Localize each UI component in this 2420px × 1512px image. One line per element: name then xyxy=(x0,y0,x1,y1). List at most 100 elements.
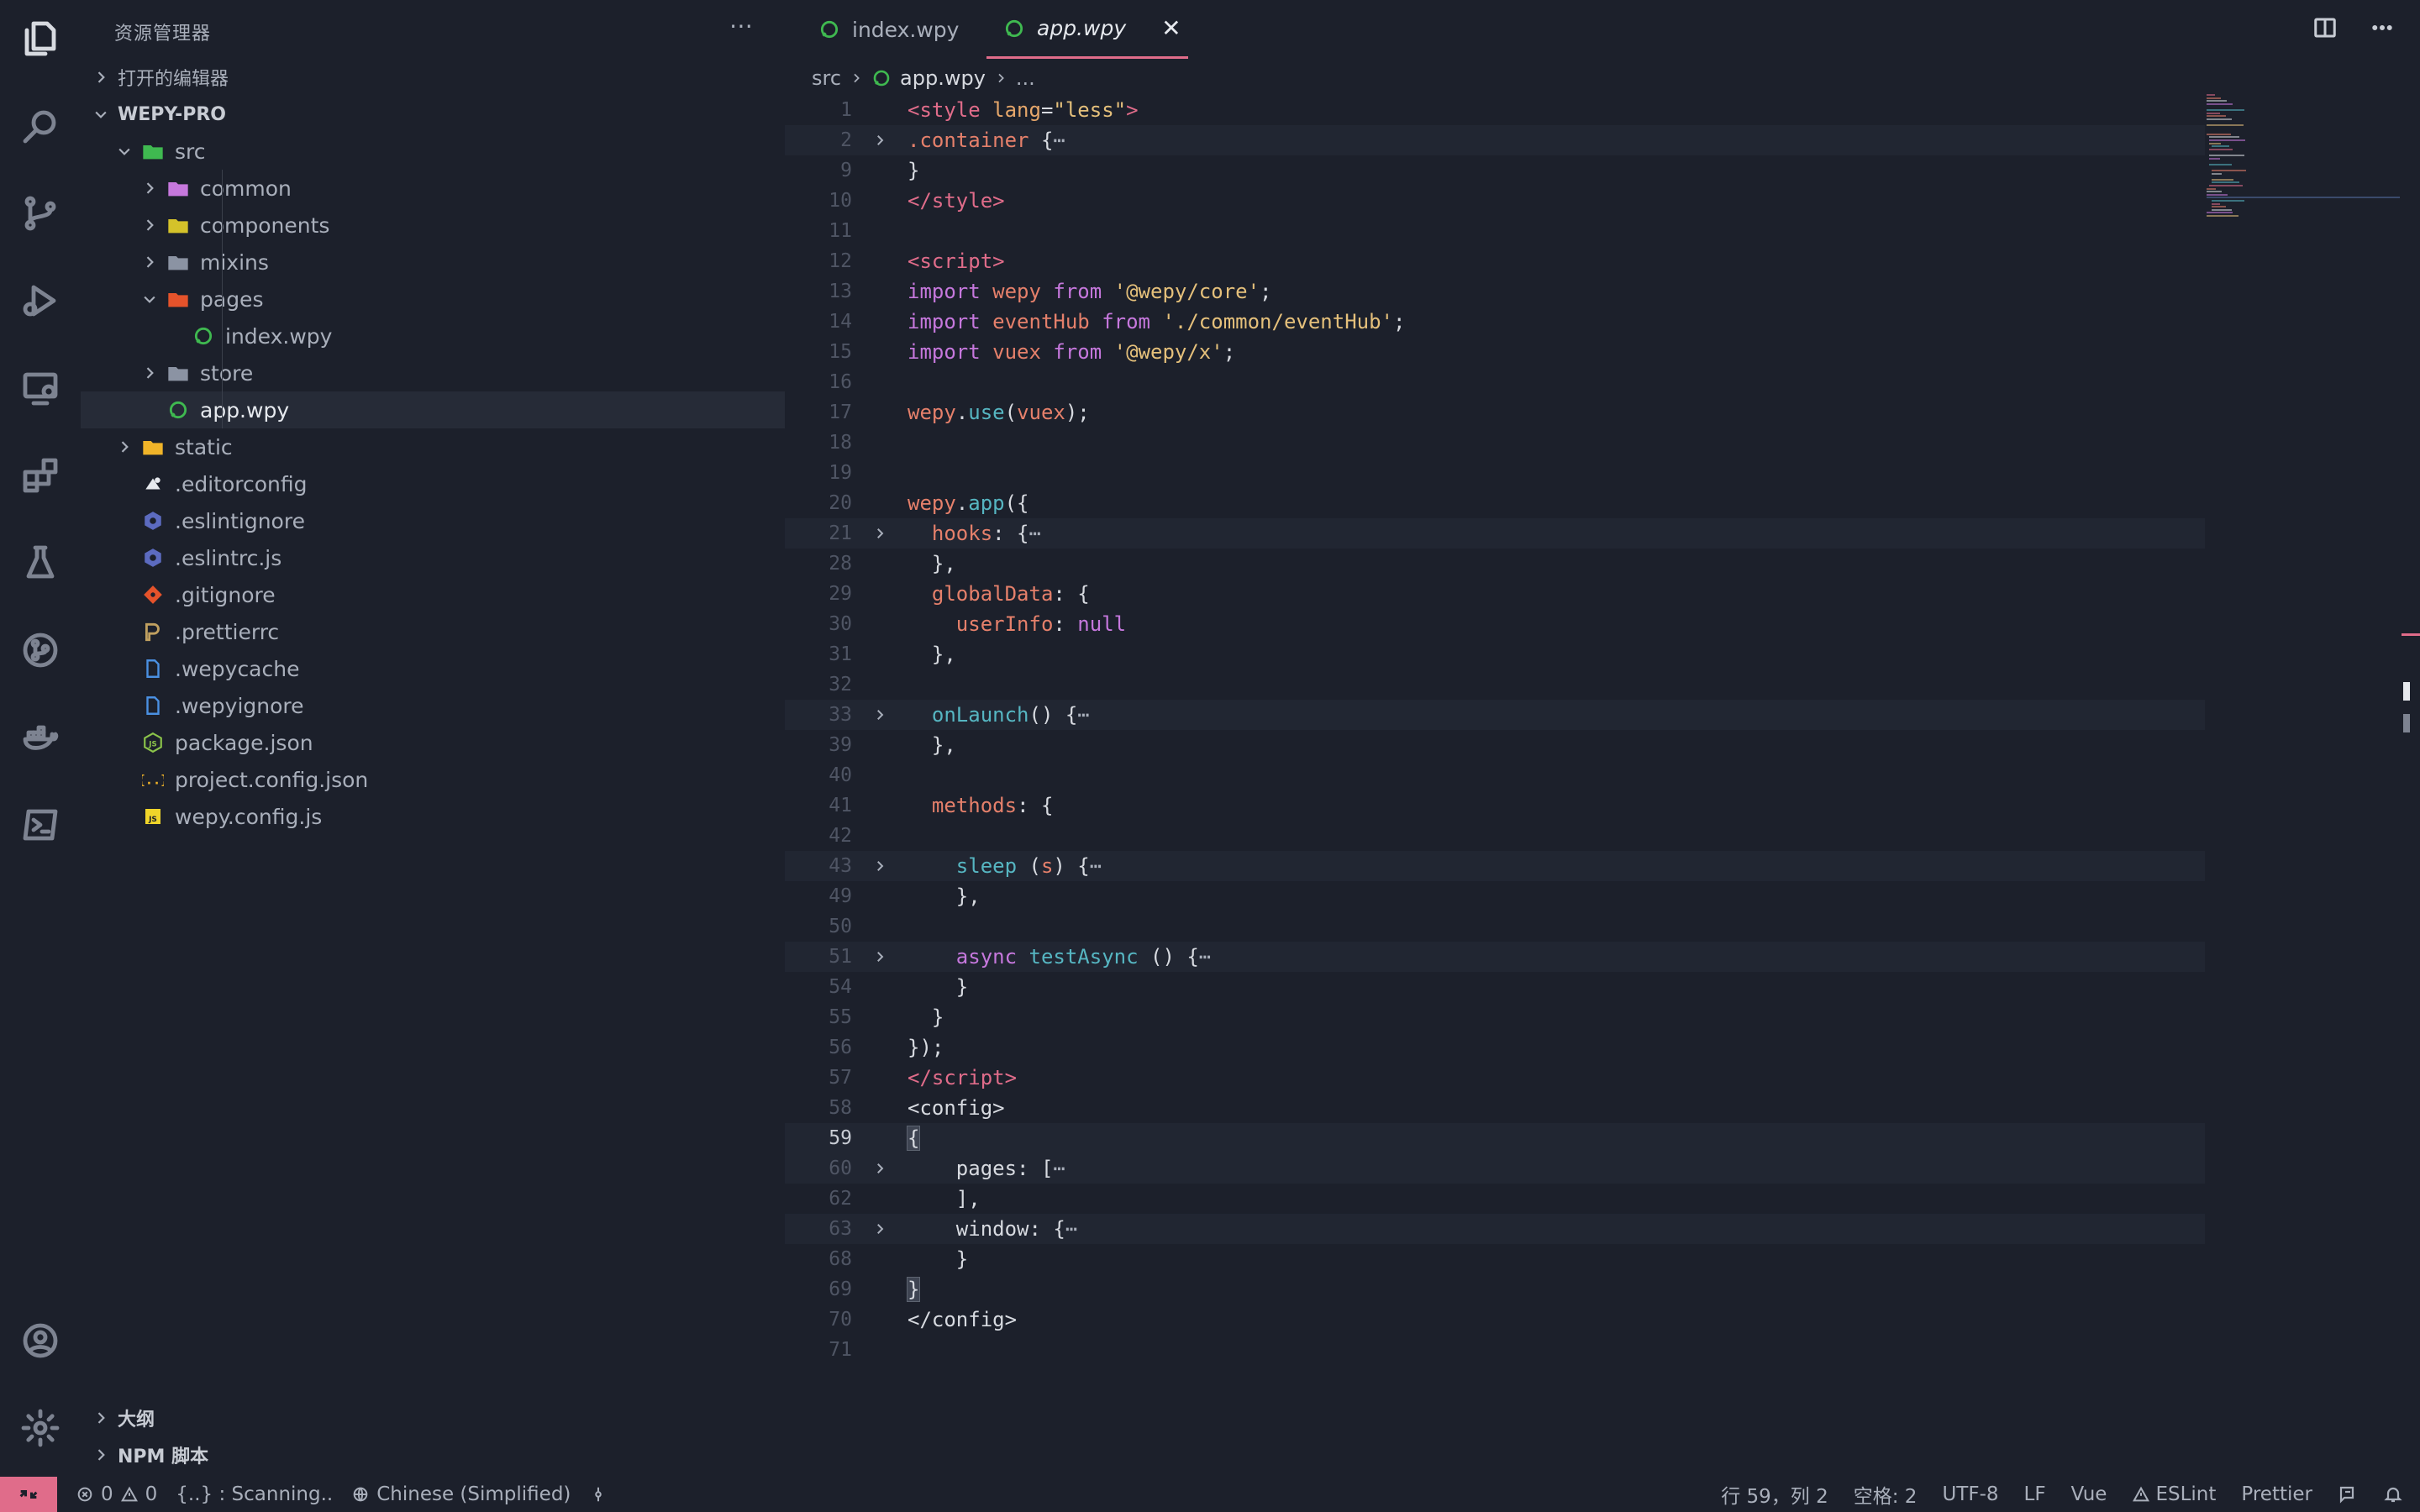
fold-chevron-icon[interactable] xyxy=(852,133,908,148)
tree-item[interactable]: app.wpy xyxy=(81,391,785,428)
code-line[interactable]: 11 xyxy=(785,216,2205,246)
code-line[interactable]: 60 pages: [⋯ xyxy=(785,1153,2205,1184)
code-line[interactable]: 13 import wepy from '@wepy/core'; xyxy=(785,276,2205,307)
remote-indicator[interactable] xyxy=(0,1477,57,1512)
code-line[interactable]: 18 xyxy=(785,428,2205,458)
open-editors-section[interactable]: 打开的编辑器 xyxy=(81,59,785,96)
explorer-icon[interactable] xyxy=(15,13,66,64)
code-line[interactable]: 17 wepy.use(vuex); xyxy=(785,397,2205,428)
account-icon[interactable] xyxy=(15,1315,66,1366)
scrollbar-thumb[interactable] xyxy=(2403,682,2410,701)
code-line[interactable]: 2 .container {⋯ xyxy=(785,125,2205,155)
outline-section[interactable]: 大纲 xyxy=(81,1399,785,1436)
code-line[interactable]: 68 } xyxy=(785,1244,2205,1274)
code-line[interactable]: 10 </style> xyxy=(785,186,2205,216)
tree-item[interactable]: JS wepy.config.js xyxy=(81,798,785,835)
prettier-status[interactable]: Prettier xyxy=(2241,1483,2312,1505)
code-line[interactable]: 12 <script> xyxy=(785,246,2205,276)
code-line[interactable]: 54 } xyxy=(785,972,2205,1002)
more-actions-icon[interactable]: ⋯ xyxy=(729,12,753,39)
code-line[interactable]: 15 import vuex from '@wepy/x'; xyxy=(785,337,2205,367)
project-section[interactable]: WEPY-PRO xyxy=(81,96,785,133)
git-graph-icon[interactable] xyxy=(15,625,66,675)
cursor-position[interactable]: 行 59，列 2 xyxy=(1721,1480,1828,1509)
code-line[interactable]: 19 xyxy=(785,458,2205,488)
tree-item[interactable]: components xyxy=(81,207,785,244)
language-pack-status[interactable]: Chinese (Simplified) xyxy=(351,1483,571,1505)
testing-icon[interactable] xyxy=(15,538,66,588)
code-line[interactable]: 30 userInfo: null xyxy=(785,609,2205,639)
code-line[interactable]: 9} xyxy=(785,155,2205,186)
tab-app-wpy[interactable]: app.wpy ✕ xyxy=(986,0,1188,59)
close-tab-icon[interactable]: ✕ xyxy=(1161,14,1181,42)
code-line[interactable]: 21 hooks: {⋯ xyxy=(785,518,2205,549)
fold-chevron-icon[interactable] xyxy=(852,858,908,874)
code-line[interactable]: 42 xyxy=(785,821,2205,851)
tree-item[interactable]: .wepycache xyxy=(81,650,785,687)
tree-item[interactable]: .prettierrc xyxy=(81,613,785,650)
tree-item[interactable]: store xyxy=(81,354,785,391)
tree-item[interactable]: {..} project.config.json xyxy=(81,761,785,798)
feedback-icon[interactable] xyxy=(2338,1484,2358,1504)
code-line[interactable]: 58 <config> xyxy=(785,1093,2205,1123)
code-line[interactable]: 41 methods: { xyxy=(785,790,2205,821)
code-line[interactable]: 62 ], xyxy=(785,1184,2205,1214)
tree-item[interactable]: index.wpy xyxy=(81,318,785,354)
code-line[interactable]: 14 import eventHub from './common/eventHu… xyxy=(785,307,2205,337)
fold-chevron-icon[interactable] xyxy=(852,707,908,722)
tree-item[interactable]: .wepyignore xyxy=(81,687,785,724)
code-line[interactable]: 49 }, xyxy=(785,881,2205,911)
code-line[interactable]: 59 { xyxy=(785,1123,2205,1153)
code-line[interactable]: 69} xyxy=(785,1274,2205,1305)
indentation[interactable]: 空格: 2 xyxy=(1854,1480,1918,1509)
docker-icon[interactable] xyxy=(15,712,66,763)
fold-chevron-icon[interactable] xyxy=(852,1221,908,1236)
git-commit-status[interactable] xyxy=(589,1485,608,1504)
code-line[interactable]: 51 async testAsync () {⋯ xyxy=(785,942,2205,972)
scanning-status[interactable]: {..} : Scanning.. xyxy=(176,1483,333,1505)
code-line[interactable]: 63 window: {⋯ xyxy=(785,1214,2205,1244)
bell-icon[interactable] xyxy=(2383,1484,2403,1504)
tree-item[interactable]: JS package.json xyxy=(81,724,785,761)
extensions-icon[interactable] xyxy=(15,450,66,501)
npm-scripts-section[interactable]: NPM 脚本 xyxy=(81,1436,785,1473)
code-line[interactable]: 32 xyxy=(785,669,2205,700)
problems-indicator[interactable]: 0 0 xyxy=(76,1483,157,1505)
breadcrumb-file[interactable]: app.wpy xyxy=(900,66,986,90)
code-line[interactable]: 70 </config> xyxy=(785,1305,2205,1335)
tree-item[interactable]: .gitignore xyxy=(81,576,785,613)
code-line[interactable]: 20 wepy.app({ xyxy=(785,488,2205,518)
tree-item[interactable]: static xyxy=(81,428,785,465)
fold-chevron-icon[interactable] xyxy=(852,949,908,964)
tree-item[interactable]: pages xyxy=(81,281,785,318)
code-line[interactable]: 33 onLaunch() {⋯ xyxy=(785,700,2205,730)
settings-gear-icon[interactable] xyxy=(15,1403,66,1453)
code-line[interactable]: 39 }, xyxy=(785,730,2205,760)
code-line[interactable]: 40 xyxy=(785,760,2205,790)
fold-chevron-icon[interactable] xyxy=(852,1161,908,1176)
eslint-status[interactable]: ESLint xyxy=(2132,1483,2216,1505)
code-line[interactable]: 43 sleep (s) {⋯ xyxy=(785,851,2205,881)
fold-chevron-icon[interactable] xyxy=(852,526,908,541)
code-line[interactable]: 50 xyxy=(785,911,2205,942)
remote-explorer-icon[interactable] xyxy=(15,363,66,413)
tab-index-wpy[interactable]: index.wpy xyxy=(802,0,978,59)
tree-item[interactable]: .eslintrc.js xyxy=(81,539,785,576)
code-line[interactable]: 29 globalData: { xyxy=(785,579,2205,609)
code-line[interactable]: 31 }, xyxy=(785,639,2205,669)
language-mode[interactable]: Vue xyxy=(2071,1483,2107,1505)
split-editor-icon[interactable] xyxy=(2312,15,2338,40)
tree-item[interactable]: mixins xyxy=(81,244,785,281)
tree-item[interactable]: src xyxy=(81,133,785,170)
end-of-line[interactable]: LF xyxy=(2024,1483,2046,1505)
code-line[interactable]: 16 xyxy=(785,367,2205,397)
breadcrumb-more[interactable]: ... xyxy=(1016,66,1035,90)
tree-item[interactable]: .eslintignore xyxy=(81,502,785,539)
more-actions-icon[interactable] xyxy=(2370,15,2395,40)
tree-item[interactable]: .editorconfig xyxy=(81,465,785,502)
terminal-icon[interactable] xyxy=(15,800,66,850)
search-icon[interactable] xyxy=(15,101,66,151)
code-line[interactable]: 57 </script> xyxy=(785,1063,2205,1093)
code-line[interactable]: 28 }, xyxy=(785,549,2205,579)
source-control-icon[interactable] xyxy=(15,188,66,239)
